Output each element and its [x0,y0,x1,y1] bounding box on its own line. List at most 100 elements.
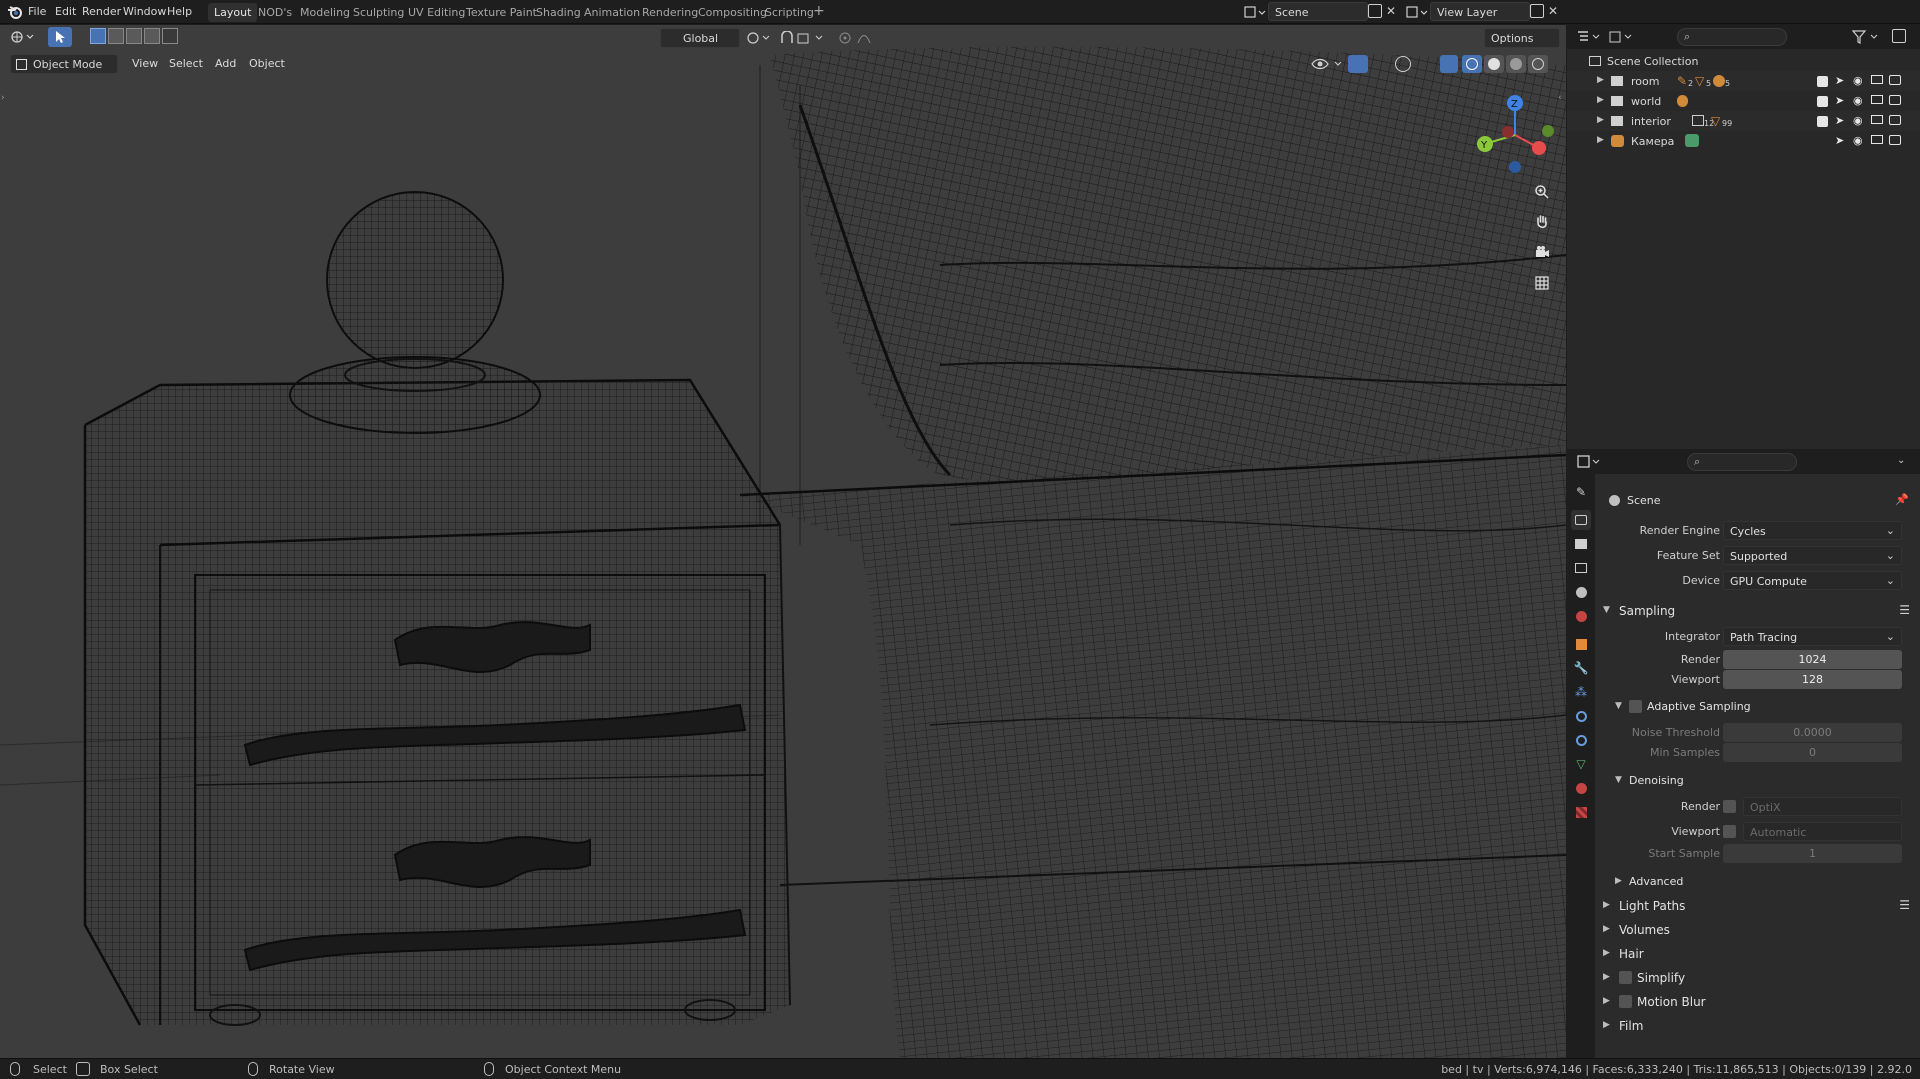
pin-icon[interactable]: 📌 [1895,493,1909,506]
tab-output-icon[interactable] [1571,534,1591,554]
tab-render-icon[interactable] [1571,510,1591,530]
render-samples-field[interactable]: 1024 [1723,650,1902,669]
tab-constraints-icon[interactable] [1571,730,1591,750]
3d-viewport[interactable]: Global Options Object Mode View Select A… [0,25,1566,1058]
properties-editor-type-icon[interactable] [1577,455,1603,469]
filter-icon[interactable] [1852,30,1882,44]
denoise-render-dropdown[interactable]: OptiX [1743,797,1902,816]
select-tool-icon[interactable] [48,27,72,47]
viewport-menu-object[interactable]: Object [243,55,291,73]
select-intersect-icon[interactable] [162,28,178,44]
sampling-panel-header[interactable]: ▼ Sampling ☰ [1595,600,1920,622]
start-sample-field[interactable]: 1 [1723,844,1902,863]
tab-nods[interactable]: NOD's [252,3,298,22]
tab-physics-icon[interactable] [1571,706,1591,726]
display-mode-icon[interactable] [1609,30,1635,44]
transform-orientation-dropdown[interactable]: Global [660,28,740,48]
solid-shading-icon[interactable] [1484,55,1504,73]
motion-blur-checkbox[interactable] [1619,995,1632,1008]
select-new-icon[interactable] [90,28,106,44]
rendered-shading-icon[interactable] [1528,55,1548,73]
scene-selector-icon[interactable] [1244,4,1266,20]
options-dropdown[interactable]: Options [1484,28,1560,48]
monitor-icon[interactable] [1871,95,1883,104]
exclude-checkbox[interactable] [1817,116,1828,127]
denoise-viewport-checkbox[interactable] [1723,825,1736,838]
hair-panel-header[interactable]: ▶ Hair [1595,943,1920,965]
visibility-filter-icon[interactable] [1310,56,1344,72]
expand-icon[interactable]: ▶ [1597,95,1604,105]
feature-set-dropdown[interactable]: Supported ⌄ [1723,546,1902,565]
light-paths-panel-header[interactable]: ▶ Light Paths ☰ [1595,895,1920,917]
wireframe-shading-icon[interactable] [1462,55,1482,73]
selectable-icon[interactable]: ➤ [1835,114,1844,127]
outliner-editor-type-icon[interactable] [1577,30,1603,44]
simplify-panel-header[interactable]: ▶ Simplify [1595,967,1920,989]
tab-layout[interactable]: Layout [208,3,258,22]
outliner-row-scene-collection[interactable]: Scene Collection [1567,51,1920,71]
denoising-header[interactable]: ▼ Denoising [1595,770,1920,792]
overlay-toggle-icon[interactable] [1395,56,1411,72]
advanced-header[interactable]: ▶ Advanced [1595,871,1920,893]
menu-file[interactable]: File [28,5,46,20]
integrator-dropdown[interactable]: Path Tracing ⌄ [1723,627,1902,646]
ortho-toggle-icon[interactable] [1530,271,1554,295]
render-engine-dropdown[interactable]: Cycles ⌄ [1723,521,1902,540]
new-scene-icon[interactable] [1368,4,1382,18]
tab-view-layer-icon[interactable] [1571,558,1591,578]
monitor-icon[interactable] [1871,135,1883,144]
min-samples-field[interactable]: 0 [1723,743,1902,762]
viewport-menu-add[interactable]: Add [209,55,242,73]
outliner-search-field[interactable]: ⌕ [1677,28,1787,46]
add-workspace-icon[interactable]: + [813,3,825,19]
selectable-icon[interactable]: ➤ [1835,94,1844,107]
render-camera-icon[interactable] [1889,95,1901,105]
expand-icon[interactable]: ▶ [1597,115,1604,125]
properties-search-field[interactable]: ⌕ [1687,453,1797,471]
blender-logo-icon[interactable] [7,4,23,20]
presets-list-icon[interactable]: ☰ [1899,603,1910,617]
object-mode-dropdown[interactable]: Object Mode [10,54,118,74]
eye-icon[interactable]: ◉ [1853,94,1863,107]
eye-icon[interactable]: ◉ [1853,134,1863,147]
adaptive-sampling-header[interactable]: ▼ Adaptive Sampling [1595,696,1920,718]
selectable-icon[interactable]: ➤ [1835,74,1844,87]
viewport-samples-field[interactable]: 128 [1723,670,1902,689]
monitor-icon[interactable] [1871,75,1883,84]
new-view-layer-icon[interactable] [1530,4,1544,18]
scene-name-field[interactable]: Scene [1268,2,1368,21]
xray-toggle-icon[interactable] [1440,55,1458,73]
select-subtract-icon[interactable] [126,28,142,44]
volumes-panel-header[interactable]: ▶ Volumes [1595,919,1920,941]
gizmo-toggle-icon[interactable] [1348,55,1368,73]
viewport-menu-view[interactable]: View [126,55,164,73]
camera-view-icon[interactable] [1530,240,1554,264]
menu-window[interactable]: Window [123,5,166,20]
view-layer-selector-icon[interactable] [1406,4,1428,20]
snap-icon[interactable] [780,31,830,45]
chevron-down-icon[interactable]: ⌄ [1897,455,1905,466]
expand-icon[interactable]: ▶ [1597,135,1604,145]
tab-scene-icon[interactable] [1571,582,1591,602]
tab-particles-icon[interactable]: ⁂ [1571,682,1591,702]
delete-view-layer-icon[interactable]: ✕ [1548,4,1558,18]
eye-icon[interactable]: ◉ [1853,114,1863,127]
tab-sculpting[interactable]: Sculpting [347,3,410,22]
expand-icon[interactable]: ▶ [1597,75,1604,85]
exclude-checkbox[interactable] [1817,96,1828,107]
delete-scene-icon[interactable]: ✕ [1386,4,1396,18]
new-collection-icon[interactable] [1892,29,1906,43]
tab-world-icon[interactable] [1571,606,1591,626]
selectable-icon[interactable]: ➤ [1835,134,1844,147]
select-extend-icon[interactable] [108,28,124,44]
tab-object-icon[interactable] [1571,634,1591,654]
tab-data-icon[interactable]: ▽ [1571,754,1591,774]
render-camera-icon[interactable] [1889,135,1901,145]
pan-hand-icon[interactable] [1530,210,1554,234]
motion-blur-panel-header[interactable]: ▶ Motion Blur [1595,991,1920,1013]
material-shading-icon[interactable] [1506,55,1526,73]
editor-type-icon[interactable] [10,29,36,45]
tab-modifier-icon[interactable]: 🔧 [1571,658,1591,678]
tab-scripting[interactable]: Scripting [759,3,820,22]
exclude-checkbox[interactable] [1817,76,1828,87]
